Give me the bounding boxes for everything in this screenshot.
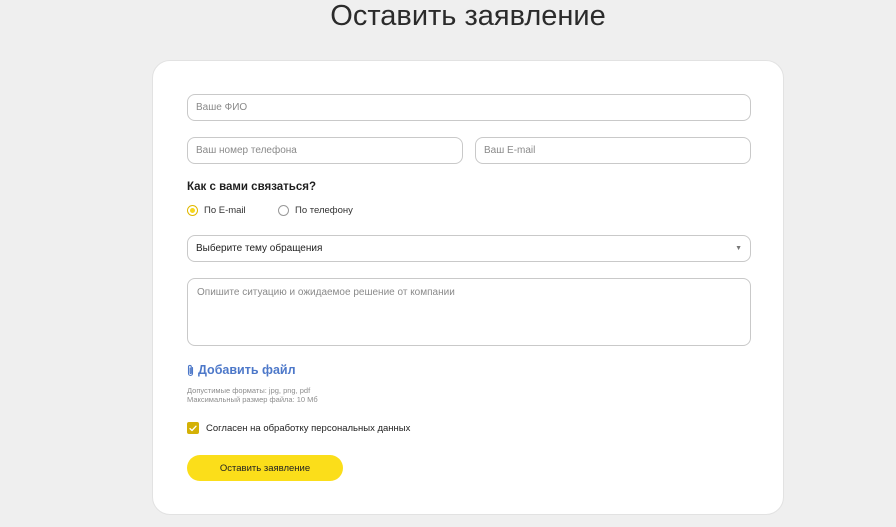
paperclip-icon xyxy=(186,364,195,377)
submit-button[interactable]: Оставить заявление xyxy=(187,455,343,481)
radio-label: По E-mail xyxy=(204,205,246,216)
radio-label: По телефону xyxy=(295,205,353,216)
topic-select[interactable]: Выберите тему обращения ▼ xyxy=(187,235,751,262)
radio-unselected-icon xyxy=(278,205,289,216)
topic-select-value: Выберите тему обращения xyxy=(196,243,323,254)
description-textarea[interactable] xyxy=(187,278,751,346)
contact-by-email-radio[interactable]: По E-mail xyxy=(187,205,246,216)
phone-input[interactable] xyxy=(187,137,463,164)
radio-selected-icon xyxy=(187,205,198,216)
add-file-link[interactable]: Добавить файл xyxy=(186,363,296,377)
contact-by-phone-radio[interactable]: По телефону xyxy=(278,205,353,216)
fio-input[interactable] xyxy=(187,94,751,121)
file-format-hint: Допустимые форматы: jpg, png, pdf xyxy=(187,386,311,395)
file-size-hint: Максимальный размер файла: 10 Мб xyxy=(187,395,318,404)
contact-method-label: Как с вами связаться? xyxy=(187,181,316,193)
chevron-down-icon: ▼ xyxy=(735,245,742,252)
email-input[interactable] xyxy=(475,137,751,164)
consent-label: Согласен на обработку персональных данны… xyxy=(206,422,411,434)
checkmark-icon xyxy=(187,422,199,434)
consent-checkbox[interactable]: Согласен на обработку персональных данны… xyxy=(187,422,410,434)
application-form-card: Как с вами связаться? По E-mail По телеф… xyxy=(152,60,784,515)
add-file-label: Добавить файл xyxy=(198,363,296,377)
page-title: Оставить заявление xyxy=(330,0,606,32)
